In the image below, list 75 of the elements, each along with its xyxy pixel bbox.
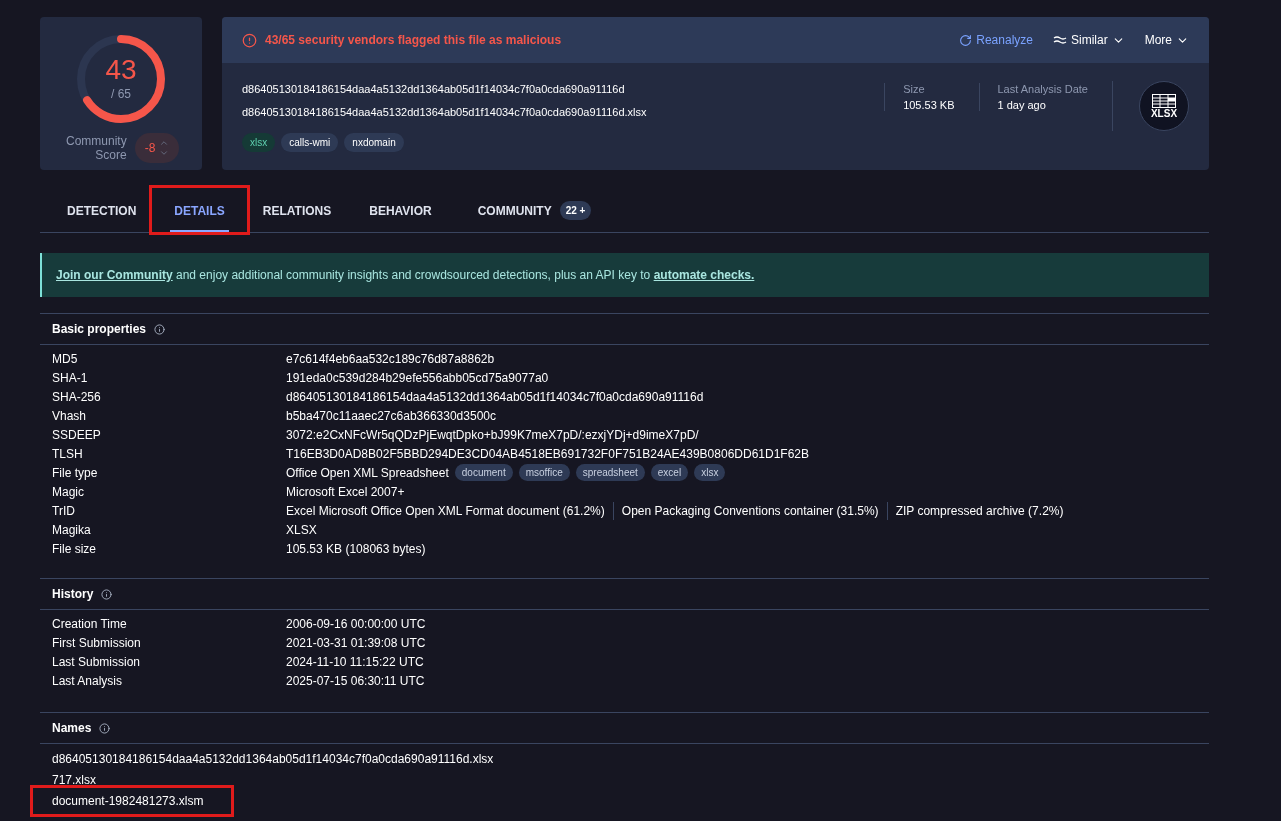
tab[interactable]: COMMUNITY 22 + bbox=[473, 191, 596, 232]
xlsx-file-icon: XLSX bbox=[1139, 81, 1189, 131]
type-tag[interactable]: document bbox=[454, 464, 513, 481]
file-tag[interactable]: nxdomain bbox=[344, 133, 404, 152]
property-label: TLSH bbox=[52, 445, 84, 463]
banner-text: Join our Community and enjoy additional community insights and crowdsourced detections, plus an API key to automate checks. bbox=[56, 267, 755, 284]
tab[interactable]: DETECTION bbox=[63, 191, 141, 232]
property-value: 2024-11-10 11:15:22 UTC bbox=[286, 653, 424, 671]
count-badge: 22 + bbox=[559, 201, 592, 220]
file-name-entry: document-1982481273.xlsm bbox=[30, 784, 235, 817]
property-label: Last Analysis bbox=[52, 672, 124, 690]
property-value: 105.53 KB (108063 bytes) bbox=[286, 540, 426, 558]
community-score-label: Community Score bbox=[64, 134, 127, 162]
property-value: T16EB3D0AD8B02F5BBD294DE3CD04AB4518EB691732F0F751B24AE439B0806DD61D1F62B bbox=[286, 445, 809, 463]
property-value: 2021-03-31 01:39:08 UTC bbox=[286, 634, 426, 652]
stat-label: Last Analysis Date bbox=[997, 81, 1088, 97]
section-title: Basic properties bbox=[52, 321, 147, 338]
trid-entry: Open Packaging Conventions container (31.5%) bbox=[612, 501, 879, 520]
property-value: 3072:e2CxNFcWr5qQDzPjEwqtDpko+bJ99K7meX7pD/:ezxjYDj+d9imeX7pD/ bbox=[286, 426, 699, 444]
community-score-value: -8 bbox=[144, 140, 156, 157]
alert-message: 43/65 security vendors flagged this file as malicious bbox=[265, 32, 562, 49]
file-tag[interactable]: xlsx bbox=[242, 133, 276, 152]
waves-icon bbox=[1053, 35, 1067, 45]
type-tag[interactable]: msoffice bbox=[518, 464, 570, 481]
property-value: Office Open XML Spreadsheet bbox=[286, 464, 449, 482]
action-button[interactable]: More bbox=[1144, 31, 1189, 49]
info-icon[interactable] bbox=[154, 323, 166, 335]
property-value: Microsoft Excel 2007+ bbox=[286, 483, 405, 501]
info-icon[interactable] bbox=[101, 588, 113, 600]
stat-value: 105.53 KB bbox=[903, 98, 955, 113]
join-community-link[interactable]: Join our Community bbox=[56, 268, 173, 282]
property-label: SHA-1 bbox=[52, 369, 89, 387]
property-label: Magika bbox=[52, 521, 92, 539]
type-tag[interactable]: excel bbox=[650, 464, 689, 481]
warning-icon bbox=[242, 32, 257, 48]
property-value: b5ba470c11aaec27c6ab366330d3500c bbox=[286, 407, 496, 425]
stat-label: Size bbox=[903, 81, 926, 97]
property-label: File size bbox=[52, 540, 97, 558]
property-label: SSDEEP bbox=[52, 426, 102, 444]
refresh-icon bbox=[959, 33, 973, 47]
detection-count: 43 bbox=[105, 55, 137, 85]
property-value: 2006-09-16 00:00:00 UTC bbox=[286, 615, 426, 633]
type-tag[interactable]: xlsx bbox=[694, 464, 726, 481]
file-hash: d86405130184186154daa4a5132dd1364ab05d1f14034c7f0a0cda690a91116d bbox=[242, 82, 626, 97]
action-button[interactable]: Reanalyze bbox=[959, 31, 1033, 49]
property-label: First Submission bbox=[52, 634, 142, 652]
property-label: MD5 bbox=[52, 350, 79, 368]
info-icon[interactable] bbox=[99, 722, 111, 734]
property-value: e7c614f4eb6aa532c189c76d87a8862b bbox=[286, 350, 495, 368]
tab[interactable]: RELATIONS bbox=[258, 191, 336, 232]
tab[interactable]: BEHAVIOR bbox=[365, 191, 436, 232]
property-value: 191eda0c539d284b29efe556abb05cd75a9077a0 bbox=[286, 369, 549, 387]
file-name: d86405130184186154daa4a5132dd1364ab05d1f14034c7f0a0cda690a91116d.xlsx bbox=[242, 105, 648, 120]
property-label: Magic bbox=[52, 483, 85, 501]
type-tag[interactable]: spreadsheet bbox=[575, 464, 645, 481]
trid-entry: Excel Microsoft Office Open XML Format document (61.2%) bbox=[286, 502, 605, 520]
property-label: Last Submission bbox=[52, 653, 142, 671]
property-value: d86405130184186154daa4a5132dd1364ab05d1f14034c7f0a0cda690a91116d bbox=[286, 388, 704, 406]
trid-entry: ZIP compressed archive (7.2%) bbox=[886, 501, 1064, 520]
property-value: XLSX bbox=[286, 521, 317, 539]
property-label: TrID bbox=[52, 502, 76, 520]
property-label: SHA-256 bbox=[52, 388, 102, 406]
file-tag[interactable]: calls-wmi bbox=[281, 133, 339, 152]
action-button[interactable]: Similar bbox=[1053, 31, 1125, 49]
property-label: Vhash bbox=[52, 407, 88, 425]
property-value: 2025-07-15 06:30:11 UTC bbox=[286, 672, 425, 690]
property-label: Creation Time bbox=[52, 615, 128, 633]
tab[interactable]: DETAILS bbox=[170, 191, 229, 232]
section-title: History bbox=[52, 586, 94, 603]
automate-checks-link[interactable]: automate checks. bbox=[653, 268, 755, 282]
total-count: / 65 bbox=[111, 86, 131, 103]
stat-value: 1 day ago bbox=[997, 98, 1047, 113]
property-label: File type bbox=[52, 464, 99, 482]
section-title: Names bbox=[52, 720, 92, 737]
file-name-entry: d86405130184186154daa4a5132dd1364ab05d1f14034c7f0a0cda690a91116d.xlsx bbox=[52, 750, 494, 768]
